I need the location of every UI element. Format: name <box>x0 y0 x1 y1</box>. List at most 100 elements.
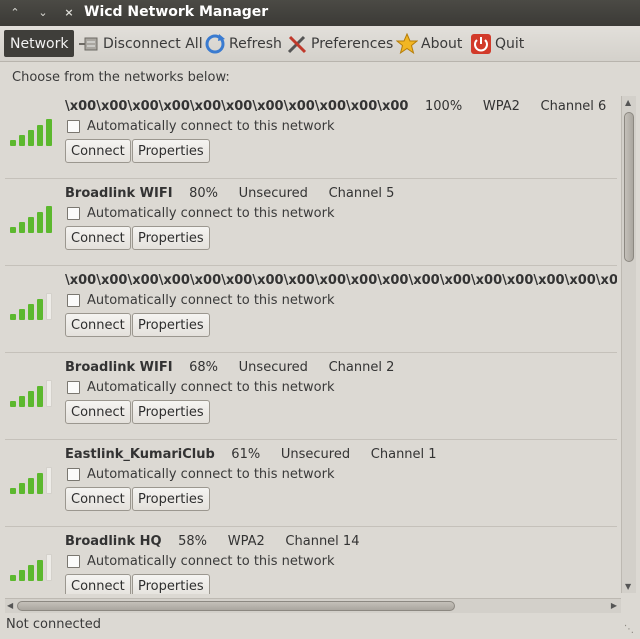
checkbox[interactable] <box>67 294 80 307</box>
preferences-label: Preferences <box>311 35 394 52</box>
signal-strength-icon <box>10 379 60 407</box>
signal-strength-icon <box>10 292 60 320</box>
properties-button[interactable]: Properties <box>132 313 210 337</box>
network-security: Unsecured <box>280 447 351 462</box>
about-label: About <box>421 35 463 52</box>
preferences-button[interactable]: Preferences <box>286 30 393 57</box>
vertical-scrollbar[interactable]: ▲ ▼ <box>621 96 636 593</box>
connect-button[interactable]: Connect <box>65 139 131 163</box>
disconnect-all-button[interactable]: Disconnect All <box>78 30 203 57</box>
signal-strength-icon <box>10 118 60 146</box>
scroll-right-icon[interactable]: ▶ <box>611 601 617 610</box>
scroll-down-icon[interactable]: ▼ <box>625 582 631 591</box>
network-channel: Channel 6 <box>540 99 607 114</box>
network-security: Unsecured <box>238 186 308 201</box>
network-button[interactable]: Network <box>4 30 75 57</box>
network-channel: Channel 2 <box>328 360 395 375</box>
network-strength: 68% <box>189 360 218 375</box>
network-info: \x00\x00\x00\x00\x00\x00\x00\x00\x00\x00… <box>65 273 617 288</box>
preferences-icon <box>286 33 308 55</box>
disconnect-icon <box>78 33 100 55</box>
signal-strength-icon <box>10 205 60 233</box>
network-label: Network <box>10 35 69 52</box>
close-icon[interactable]: × <box>60 4 78 22</box>
network-strength: 80% <box>189 186 218 201</box>
checkbox[interactable] <box>67 381 80 394</box>
network-channel: Channel 5 <box>328 186 395 201</box>
auto-connect-label: Automatically connect to this network <box>87 293 335 308</box>
signal-strength-icon <box>10 553 60 581</box>
connect-button[interactable]: Connect <box>65 487 131 511</box>
title-bar: ⌃ ⌄ × Wicd Network Manager <box>0 0 640 27</box>
quit-label: Quit <box>495 35 525 52</box>
horizontal-scroll-thumb[interactable] <box>17 601 455 611</box>
network-item: \x00\x00\x00\x00\x00\x00\x00\x00\x00\x00… <box>5 96 617 182</box>
connect-button[interactable]: Connect <box>65 313 131 337</box>
divider <box>5 439 617 440</box>
checkbox[interactable] <box>67 555 80 568</box>
auto-connect-checkbox[interactable]: Automatically connect to this network <box>67 206 334 221</box>
about-button[interactable]: About <box>395 30 463 57</box>
maximize-icon[interactable]: ⌃ <box>6 4 24 22</box>
auto-connect-label: Automatically connect to this network <box>87 119 335 134</box>
auto-connect-checkbox[interactable]: Automatically connect to this network <box>67 554 334 569</box>
connect-button[interactable]: Connect <box>65 574 131 594</box>
network-name: Broadlink WIFI <box>65 360 173 375</box>
refresh-button[interactable]: Refresh <box>204 30 282 57</box>
power-icon <box>470 33 492 55</box>
divider <box>5 178 617 179</box>
refresh-icon <box>204 33 226 55</box>
divider <box>5 526 617 527</box>
network-name: Broadlink WIFI <box>65 186 173 201</box>
network-item: Broadlink WIFI 80% Unsecured Channel 5 A… <box>5 183 617 269</box>
resize-grip-icon[interactable]: ⋱ <box>624 624 636 636</box>
network-info: Broadlink HQ 58% WPA2 Channel 14 <box>65 534 359 549</box>
connect-button[interactable]: Connect <box>65 226 131 250</box>
network-item: Eastlink_KumariClub 61% Unsecured Channe… <box>5 444 617 530</box>
properties-button[interactable]: Properties <box>132 574 210 594</box>
auto-connect-checkbox[interactable]: Automatically connect to this network <box>67 380 334 395</box>
toolbar: Network Disconnect All Refresh Preferenc… <box>0 26 640 62</box>
network-list: \x00\x00\x00\x00\x00\x00\x00\x00\x00\x00… <box>5 96 617 594</box>
properties-button[interactable]: Properties <box>132 487 210 511</box>
checkbox[interactable] <box>67 468 80 481</box>
connect-button[interactable]: Connect <box>65 400 131 424</box>
network-name: \x00\x00\x00\x00\x00\x00\x00\x00\x00\x00… <box>65 273 617 288</box>
divider <box>5 265 617 266</box>
network-strength: 61% <box>231 447 261 462</box>
auto-connect-checkbox[interactable]: Automatically connect to this network <box>67 293 334 308</box>
auto-connect-label: Automatically connect to this network <box>87 380 335 395</box>
refresh-label: Refresh <box>229 35 282 52</box>
window-title: Wicd Network Manager <box>84 4 269 20</box>
network-name: \x00\x00\x00\x00\x00\x00\x00\x00\x00\x00… <box>65 99 409 114</box>
star-icon <box>395 32 419 55</box>
vertical-scroll-thumb[interactable] <box>624 112 634 262</box>
network-info: Eastlink_KumariClub 61% Unsecured Channe… <box>65 447 437 462</box>
network-item: Broadlink HQ 58% WPA2 Channel 14 Automat… <box>5 531 617 594</box>
network-strength: 100% <box>425 99 463 114</box>
quit-button[interactable]: Quit <box>470 30 524 57</box>
auto-connect-checkbox[interactable]: Automatically connect to this network <box>67 119 334 134</box>
network-item: \x00\x00\x00\x00\x00\x00\x00\x00\x00\x00… <box>5 270 617 356</box>
auto-connect-label: Automatically connect to this network <box>87 554 335 569</box>
scroll-left-icon[interactable]: ◀ <box>7 601 13 610</box>
properties-button[interactable]: Properties <box>132 400 210 424</box>
network-strength: 58% <box>178 534 208 549</box>
network-channel: Channel 1 <box>370 447 437 462</box>
network-item: Broadlink WIFI 68% Unsecured Channel 2 A… <box>5 357 617 443</box>
auto-connect-label: Automatically connect to this network <box>87 206 335 221</box>
properties-button[interactable]: Properties <box>132 139 210 163</box>
checkbox[interactable] <box>67 120 80 133</box>
network-security: Unsecured <box>238 360 308 375</box>
checkbox[interactable] <box>67 207 80 220</box>
network-security: WPA2 <box>482 99 520 114</box>
network-info: \x00\x00\x00\x00\x00\x00\x00\x00\x00\x00… <box>65 99 606 114</box>
properties-button[interactable]: Properties <box>132 226 210 250</box>
network-info: Broadlink WIFI 80% Unsecured Channel 5 <box>65 186 394 201</box>
network-channel: Channel 14 <box>285 534 360 549</box>
minimize-icon[interactable]: ⌄ <box>34 4 52 22</box>
scroll-up-icon[interactable]: ▲ <box>625 98 631 107</box>
horizontal-scrollbar[interactable]: ◀ ▶ <box>5 598 621 613</box>
auto-connect-checkbox[interactable]: Automatically connect to this network <box>67 467 334 482</box>
network-name: Eastlink_KumariClub <box>65 447 215 462</box>
